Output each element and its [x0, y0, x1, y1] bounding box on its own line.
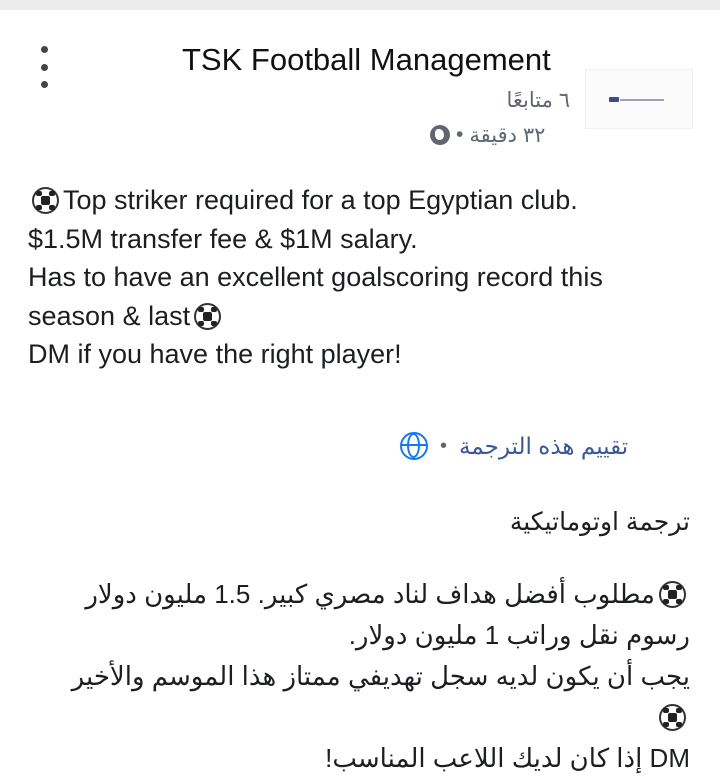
post-line: Top striker required for a top Egyptian … — [28, 181, 698, 220]
translation-line — [20, 697, 690, 738]
globe-icon — [430, 125, 450, 145]
more-vertical-icon[interactable] — [34, 46, 54, 88]
logo-wordmark — [620, 99, 664, 101]
translation-line: يجب أن يكون لديه سجل تهديفي ممتاز هذا ال… — [71, 661, 690, 691]
logo-mark — [609, 97, 619, 102]
translation-line: !إذا كان لديك اللاعب المناسب DM — [325, 743, 690, 773]
top-divider — [0, 0, 720, 10]
post-line: $1.5M transfer fee & $1M salary. — [28, 223, 418, 254]
page-avatar[interactable] — [585, 69, 693, 129]
followers-count[interactable]: ٦ متابعًا — [470, 88, 570, 113]
post-card: TSK Football Management ٦ متابعًا ٣٢ دقي… — [0, 0, 720, 783]
post-time[interactable]: ٣٢ دقيقة — [469, 123, 545, 148]
soccer-ball-icon — [32, 187, 59, 214]
page-name[interactable]: TSK Football Management — [182, 42, 551, 78]
translation-line: رسوم نقل وراتب 1 مليون دولار. — [348, 620, 690, 650]
post-line: season & last — [28, 297, 698, 336]
post-line: DM if you have the right player! — [28, 339, 402, 369]
translated-text: مطلوب أفضل هداف لناد مصري كبير. 1.5 مليو… — [20, 574, 690, 779]
translation-line: مطلوب أفضل هداف لناد مصري كبير. 1.5 مليو… — [20, 574, 690, 615]
post-meta: ٣٢ دقيقة • — [430, 121, 570, 149]
soccer-ball-icon — [659, 581, 686, 608]
rate-translation-link[interactable]: تقييم هذه الترجمة — [459, 433, 628, 460]
rating-separator: • — [440, 434, 448, 457]
soccer-ball-icon — [194, 302, 222, 330]
post-body: Top striker required for a top Egyptian … — [28, 181, 698, 374]
translation-rating-row: تقييم هذه الترجمة • — [400, 428, 700, 464]
meta-separator: • — [456, 123, 464, 146]
soccer-ball-icon — [659, 704, 686, 731]
auto-translation-title: ترجمة اوتوماتيكية — [509, 508, 690, 536]
globe-icon[interactable] — [400, 432, 428, 460]
post-line: Has to have an excellent goalscoring rec… — [28, 262, 603, 292]
